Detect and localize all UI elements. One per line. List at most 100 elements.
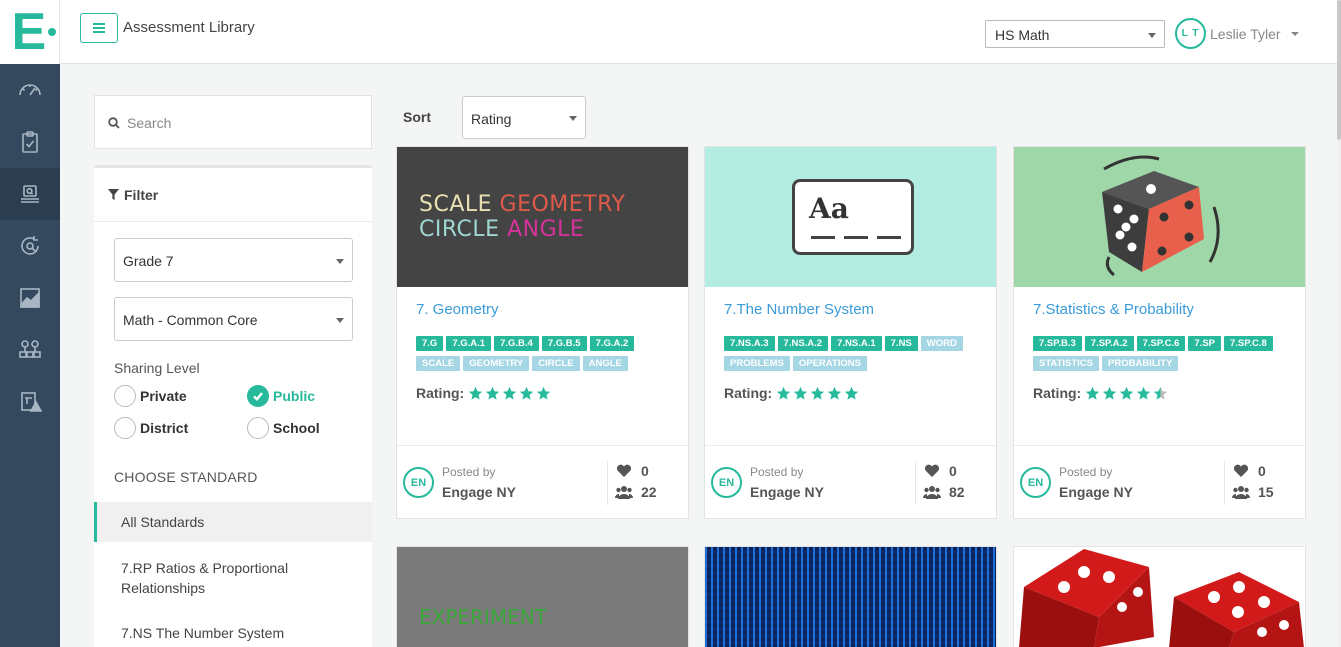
card-title[interactable]: 7.The Number System — [724, 301, 874, 318]
standard-tag[interactable]: 7.SP — [1188, 336, 1221, 351]
sharing-school-radio[interactable]: School — [247, 417, 320, 439]
keyword-tag[interactable]: PROBLEMS — [724, 356, 790, 371]
sort-select-value: Rating — [471, 111, 512, 127]
posted-by-label: Posted by — [442, 465, 496, 479]
nav-assessment-library[interactable] — [0, 168, 60, 220]
star-icon — [1086, 386, 1100, 400]
card-title[interactable]: 7.Statistics & Probability — [1033, 301, 1194, 318]
card-footer: EN Posted by Engage NY 0 82 — [705, 445, 996, 518]
scrollbar-thumb[interactable] — [1337, 0, 1341, 140]
assessment-card[interactable] — [704, 546, 997, 647]
menu-toggle-button[interactable] — [80, 13, 118, 43]
keyword-tag[interactable]: SCALE — [416, 356, 461, 371]
logo-dot — [47, 28, 56, 36]
keyword-tag[interactable]: GEOMETRY — [463, 356, 530, 371]
card-thumbnail[interactable]: SCALE GEOMETRY CIRCLE ANGLE — [397, 147, 688, 287]
assessment-card[interactable]: 7.Statistics & Probability 7.SP.B.3 7.SP… — [1013, 146, 1306, 519]
card-footer: EN Posted by Engage NY 0 22 — [397, 445, 688, 518]
standard-tag[interactable]: 7.SP.C.6 — [1136, 336, 1186, 351]
standard-tag[interactable]: 7.SP.C.8 — [1224, 336, 1273, 351]
standard-tag[interactable]: 7.G — [416, 336, 444, 351]
likes-value: 0 — [949, 463, 957, 479]
grade-select[interactable]: Grade 7 — [114, 238, 353, 282]
subject-select-value: HS Math — [995, 27, 1050, 43]
standard-tag[interactable]: 7.G.B.5 — [541, 336, 587, 351]
search-box — [94, 95, 372, 149]
keyword-tag[interactable]: STATISTICS — [1033, 356, 1100, 371]
sort-select[interactable]: Rating — [462, 96, 586, 139]
standard-tag[interactable]: 7.NS.A.2 — [777, 336, 829, 351]
red-dice-illustration — [1019, 549, 1304, 647]
assessment-card[interactable]: EXPERIMENT — [396, 546, 689, 647]
curriculum-select-value: Math - Common Core — [123, 312, 258, 328]
search-input[interactable] — [127, 112, 357, 134]
logo-mark: E — [8, 6, 56, 58]
nav-search-reports[interactable] — [0, 220, 60, 272]
chevron-down-icon — [336, 318, 344, 323]
standard-tag[interactable]: 7.NS — [884, 336, 918, 351]
poster-name[interactable]: Engage NY — [442, 484, 516, 500]
user-avatar[interactable]: L T — [1175, 18, 1206, 49]
users-icon — [923, 486, 941, 499]
standard-tag[interactable]: 7.NS.A.3 — [724, 336, 775, 351]
likes-count[interactable]: 0 — [616, 463, 649, 479]
sharing-private-radio[interactable]: Private — [114, 385, 187, 407]
users-value: 82 — [949, 484, 965, 500]
standard-tag[interactable]: 7.G.A.1 — [446, 336, 492, 351]
users-icon — [615, 486, 633, 499]
user-menu-caret-icon[interactable] — [1291, 32, 1299, 36]
card-title[interactable]: 7. Geometry — [416, 301, 499, 318]
scrollbar[interactable] — [1337, 0, 1341, 647]
standard-tag[interactable]: 7.G.B.4 — [494, 336, 539, 351]
card-thumbnail[interactable] — [705, 547, 996, 647]
dashboard-icon — [19, 84, 41, 96]
keyword-tag[interactable]: WORD — [920, 336, 963, 351]
standard-item-7ns[interactable]: 7.NS The Number System — [94, 623, 372, 643]
card-thumbnail[interactable] — [1014, 147, 1305, 287]
sharing-district-radio[interactable]: District — [114, 417, 188, 439]
likes-count[interactable]: 0 — [1233, 463, 1266, 479]
users-count: 82 — [923, 484, 965, 500]
rating-stars — [776, 386, 859, 401]
standard-tag[interactable]: 7.SP.B.3 — [1033, 336, 1082, 351]
keyword-tag[interactable]: PROBABILITY — [1102, 356, 1179, 371]
standard-item-7rp[interactable]: 7.RP Ratios & Proportional Relationships — [94, 558, 372, 598]
standard-tag[interactable]: 7.SP.A.2 — [1084, 336, 1134, 351]
card-thumbnail[interactable] — [1014, 547, 1305, 647]
radio-circle — [247, 385, 269, 407]
star-icon — [811, 386, 825, 400]
assessment-card[interactable] — [1013, 546, 1306, 647]
sharing-public-radio[interactable]: Public — [247, 385, 315, 407]
filter-heading: Filter — [94, 168, 372, 222]
nav-dashboard[interactable] — [0, 64, 60, 116]
assessment-card[interactable]: Aa 7.The Number System 7.NS.A.3 7.NS.A.2… — [704, 146, 997, 519]
keyword-tag[interactable]: CIRCLE — [532, 356, 580, 371]
poster-name[interactable]: Engage NY — [1059, 484, 1133, 500]
likes-count[interactable]: 0 — [924, 463, 957, 479]
standard-item-all[interactable]: All Standards — [94, 502, 372, 542]
chart-icon — [20, 288, 40, 308]
rating-label: Rating: — [1033, 385, 1082, 401]
nav-assessments[interactable] — [0, 116, 60, 168]
keyword-tag[interactable]: OPERATIONS — [792, 356, 867, 371]
thumb-word: ANGLE — [507, 217, 585, 242]
nav-network[interactable] — [0, 324, 60, 376]
standard-tag[interactable]: 7.NS.A.1 — [831, 336, 882, 351]
user-name[interactable]: Leslie Tyler — [1210, 26, 1281, 42]
assessment-card[interactable]: SCALE GEOMETRY CIRCLE ANGLE 7. Geometry … — [396, 146, 689, 519]
subject-select[interactable]: HS Math — [985, 20, 1165, 48]
standard-tag[interactable]: 7.G.A.2 — [589, 336, 635, 351]
nav-alerts[interactable] — [0, 376, 60, 428]
star-icon — [537, 386, 551, 400]
star-icon — [520, 386, 534, 400]
poster-name[interactable]: Engage NY — [750, 484, 824, 500]
card-rating: Rating: — [416, 385, 551, 401]
posted-by-label: Posted by — [750, 465, 804, 479]
app-logo[interactable]: E — [0, 0, 60, 64]
rating-stars — [1085, 386, 1168, 401]
card-thumbnail[interactable]: Aa — [705, 147, 996, 287]
nav-analytics[interactable] — [0, 272, 60, 324]
card-thumbnail[interactable]: EXPERIMENT — [397, 547, 688, 647]
curriculum-select[interactable]: Math - Common Core — [114, 297, 353, 341]
keyword-tag[interactable]: ANGLE — [582, 356, 628, 371]
